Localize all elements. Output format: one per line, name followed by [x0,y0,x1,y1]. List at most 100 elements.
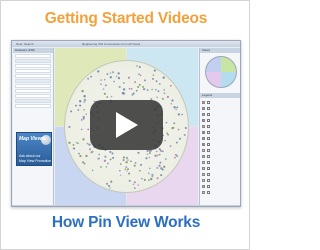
legend-item[interactable] [202,160,240,165]
pin-dot [126,170,128,172]
pin-dot [118,169,121,172]
legend-item[interactable] [202,112,240,117]
pin-dot [155,88,157,91]
right-panel: Views Legend [199,48,240,205]
pin-dot [91,169,94,172]
pin-dot [155,80,158,83]
pin-dot [153,69,156,72]
left-panel-row[interactable] [15,59,51,63]
left-panel-row[interactable] [15,69,51,73]
legend-swatch [202,148,205,152]
legend-checkbox[interactable] [207,148,210,152]
pin-dot [83,101,86,103]
left-panel-header: Datasets (108) [13,48,53,53]
pin-dot [155,150,158,153]
legend-checkbox[interactable] [207,142,210,146]
legend-item[interactable] [202,118,240,123]
pin-dot [139,74,142,77]
pin-dot [106,96,109,98]
legend-item[interactable] [202,142,240,147]
legend-swatch [202,136,205,140]
legend-checkbox[interactable] [207,190,210,194]
legend-checkbox[interactable] [207,172,210,176]
pin-dot [121,91,125,95]
pin-dot [127,159,129,161]
pin-dot [122,159,125,162]
play-button[interactable] [90,100,163,150]
legend-checkbox[interactable] [207,118,210,122]
pin-dot [138,66,141,68]
legend-checkbox[interactable] [207,136,210,140]
pin-dot [156,166,159,169]
mini-map-icon[interactable] [205,56,237,88]
pin-dot [162,76,165,79]
pin-dot [125,156,129,160]
pin-dot [90,75,92,78]
legend-checkbox[interactable] [207,112,210,116]
legend-item[interactable] [202,154,240,159]
pin-dot [103,159,107,162]
legend-checkbox[interactable] [207,184,210,188]
legend-item[interactable] [202,166,240,171]
left-panel-row[interactable] [15,94,51,98]
legend-checkbox[interactable] [207,166,210,170]
pin-dot [127,76,131,79]
pin-dot [83,109,85,111]
map-views-promo-banner[interactable]: Map Views Ask about our Map View Promoti… [16,132,52,166]
left-panel-row[interactable] [15,64,51,68]
left-panel-row[interactable] [15,74,51,78]
legend-checkbox[interactable] [207,154,210,158]
pin-dot [138,73,140,76]
pin-dot [146,89,149,91]
pin-dot [77,152,81,155]
left-panel-row[interactable] [15,99,51,103]
video-thumbnail-card[interactable]: Getting Started Videos Note: Search Regi… [0,0,250,250]
pin-dot [82,138,85,141]
left-panel-row[interactable] [15,84,51,88]
pin-dot [146,149,149,153]
pin-dot [109,76,112,79]
pin-dot [104,155,107,158]
pin-dot [169,145,172,147]
legend-checkbox[interactable] [207,130,210,134]
legend-item[interactable] [202,130,240,135]
legend-item[interactable] [202,148,240,153]
legend-swatch [202,124,205,128]
pin-dot [118,85,121,89]
pin-dot [110,180,113,183]
pin-dot [138,83,141,86]
pin-dot [133,181,136,184]
pin-dot [171,99,174,102]
legend-item[interactable] [202,124,240,129]
legend-item[interactable] [202,100,240,105]
legend-item[interactable] [202,178,240,183]
pin-dot [100,79,102,81]
left-panel-row[interactable] [15,89,51,93]
pin-dot [117,76,121,80]
left-panel-row[interactable] [15,54,51,58]
legend-checkbox[interactable] [207,124,210,128]
legend-checkbox[interactable] [207,106,210,110]
legend-item[interactable] [202,136,240,141]
pin-dot [173,122,176,125]
legend-item[interactable] [202,106,240,111]
pin-dot [175,141,178,144]
pin-dot [133,187,136,189]
left-panel-row[interactable] [15,104,51,108]
legend-item[interactable] [202,184,240,189]
legend-swatch [202,154,205,158]
legend-checkbox[interactable] [207,160,210,164]
pin-dot [161,150,163,152]
legend-checkbox[interactable] [207,178,210,182]
pin-dot [170,103,173,105]
app-title: Note: Search [16,42,34,46]
pin-dot [119,163,122,165]
legend-swatch [202,106,205,110]
pin-dot [175,108,177,111]
legend-swatch [202,184,205,188]
pin-dot [177,128,180,131]
left-panel-row[interactable] [15,79,51,83]
legend-checkbox[interactable] [207,100,210,104]
legend-item[interactable] [202,190,240,195]
legend-item[interactable] [202,172,240,177]
